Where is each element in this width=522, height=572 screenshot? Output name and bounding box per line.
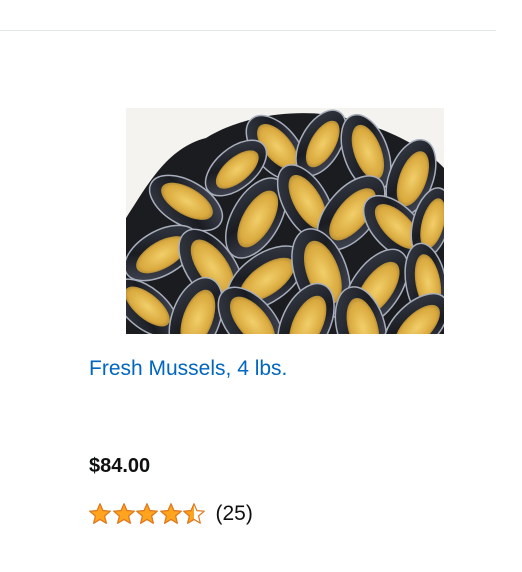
top-divider xyxy=(0,30,496,31)
product-card: Fresh Mussels, 4 lbs. $84.00 (25) xyxy=(0,0,522,572)
star-full-icon xyxy=(136,503,158,524)
star-full-icon xyxy=(112,503,135,524)
product-price: $84.00 xyxy=(89,455,151,477)
product-title-link[interactable]: Fresh Mussels, 4 lbs. xyxy=(89,357,287,381)
product-image[interactable] xyxy=(126,108,444,334)
star-half-icon xyxy=(183,503,205,524)
review-count[interactable]: (25) xyxy=(216,502,253,526)
star-full-icon xyxy=(159,503,182,524)
star-full-icon xyxy=(89,503,111,524)
star-rating[interactable] xyxy=(88,502,206,526)
mussels-photo xyxy=(126,109,444,334)
rating-row[interactable]: (25) xyxy=(88,500,253,528)
